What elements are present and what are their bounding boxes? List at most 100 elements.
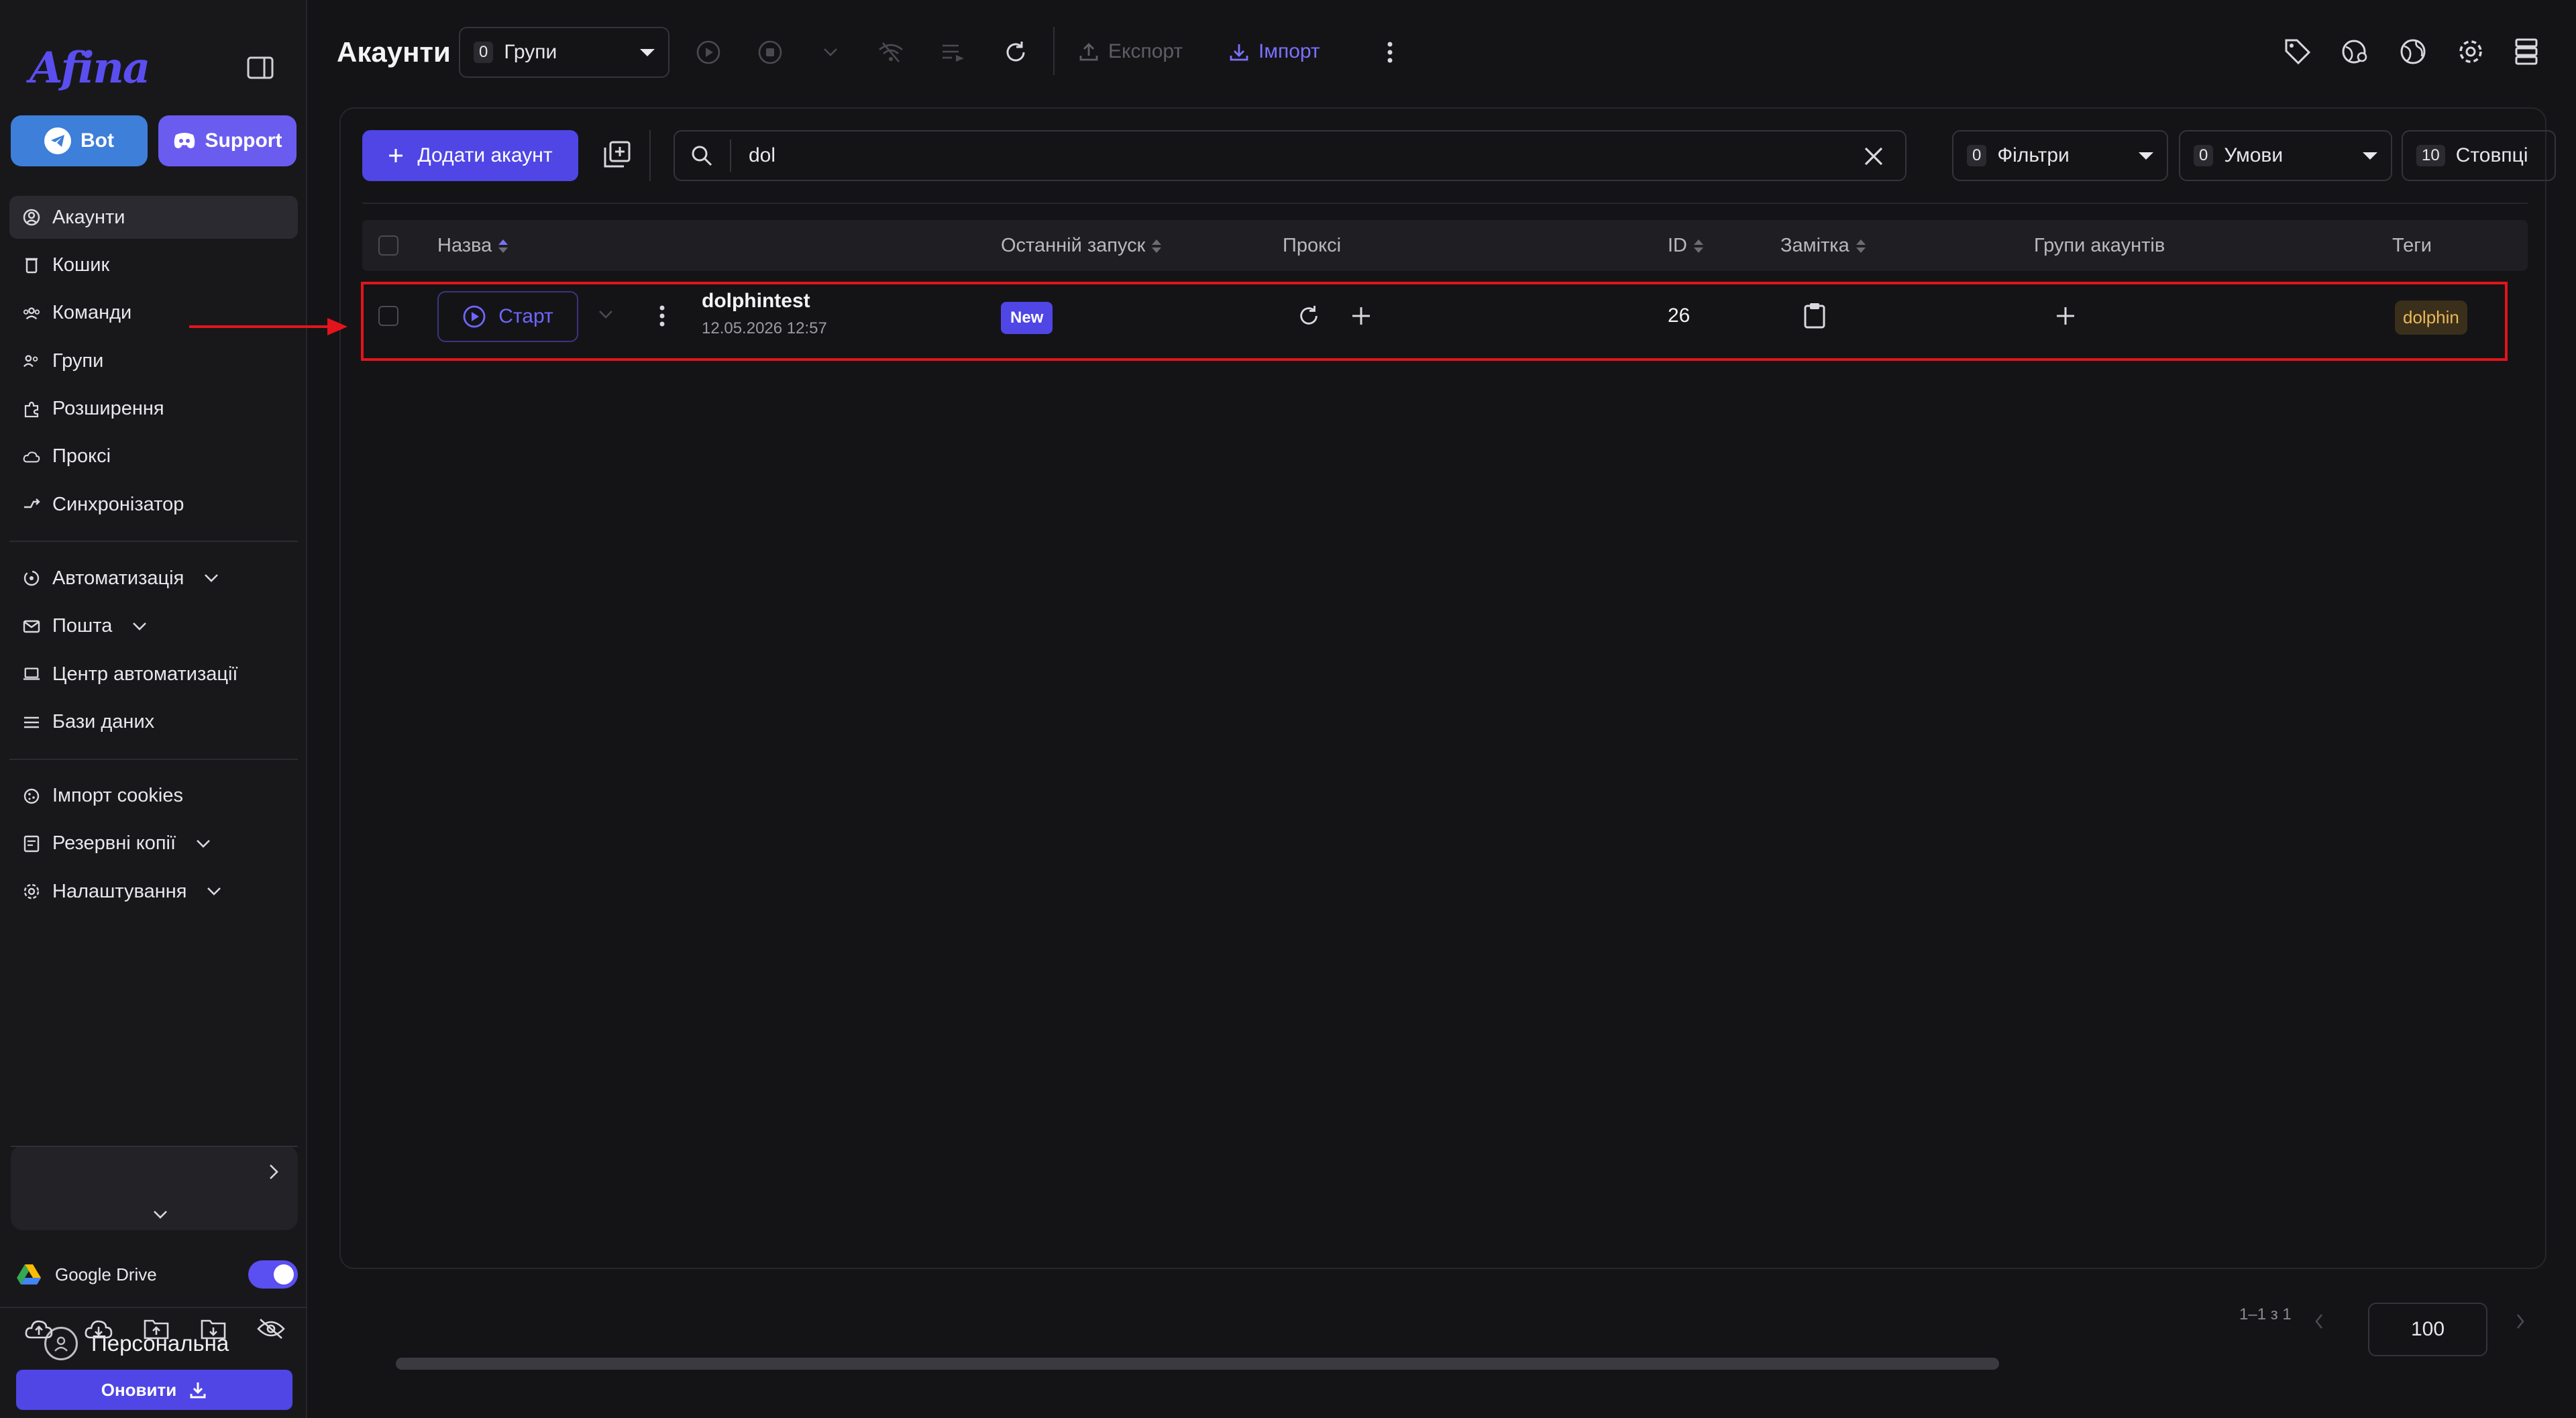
- laptop-icon: [23, 665, 40, 683]
- user-circle-icon: [23, 209, 40, 226]
- sidebar-item-label: Синхронізатор: [52, 493, 184, 515]
- download-icon: [189, 1380, 207, 1399]
- update-button[interactable]: Оновити: [16, 1370, 292, 1410]
- automation-icon: [23, 569, 40, 587]
- sidebar-item-automation-center[interactable]: Центр автоматизації: [9, 653, 298, 696]
- cloud-upload-icon[interactable]: [24, 1317, 54, 1342]
- list-icon: [23, 714, 40, 731]
- toolbar-divider: [649, 130, 651, 181]
- row-highlight-box: [361, 282, 2508, 361]
- globe-settings-icon[interactable]: [2341, 38, 2369, 66]
- conditions-label: Умови: [2224, 144, 2284, 166]
- column-header-name[interactable]: Назва: [437, 235, 508, 257]
- sort-icon: [1152, 239, 1162, 253]
- cookie-icon: [23, 787, 40, 805]
- sidebar-item-label: Пошта: [52, 615, 113, 637]
- chevron-down-icon[interactable]: [816, 38, 845, 67]
- eye-off-icon[interactable]: [256, 1317, 286, 1342]
- conditions-select[interactable]: 0 Умови: [2179, 130, 2392, 181]
- horizontal-scrollbar[interactable]: [396, 1358, 1999, 1370]
- layout-icon[interactable]: [2514, 38, 2538, 66]
- tag-icon[interactable]: [2284, 38, 2312, 66]
- conditions-count-badge: 0: [2194, 145, 2214, 166]
- sidebar-toggle-icon[interactable]: [247, 56, 274, 79]
- column-header-label: Групи акаунтів: [2034, 235, 2165, 256]
- groups-select[interactable]: 0 Групи: [459, 27, 669, 78]
- folder-upload-icon[interactable]: [143, 1317, 170, 1342]
- play-icon[interactable]: [694, 38, 723, 67]
- stop-icon[interactable]: [755, 38, 785, 67]
- download-icon: [1229, 42, 1249, 62]
- chevron-right-icon[interactable]: [2516, 1313, 2525, 1329]
- column-header-label: Останній запуск: [1001, 235, 1146, 256]
- workspace-divider: [11, 1146, 298, 1147]
- globe-icon[interactable]: [2399, 38, 2427, 66]
- toolbar-divider: [1053, 27, 1055, 75]
- column-header-last-run[interactable]: Останній запуск: [1001, 235, 1162, 257]
- column-header-id[interactable]: ID: [1668, 235, 1703, 257]
- sidebar-item-label: Проксі: [52, 445, 111, 468]
- playlist-icon[interactable]: [939, 38, 969, 67]
- sort-icon: [1694, 239, 1703, 253]
- export-button[interactable]: Експорт: [1079, 40, 1183, 63]
- sidebar-actions: [24, 1317, 286, 1342]
- add-account-label: Додати акаунт: [417, 144, 553, 166]
- discord-support-button[interactable]: Support: [158, 115, 297, 166]
- sidebar-item-trash[interactable]: Кошик: [9, 243, 298, 286]
- sidebar-item-extensions[interactable]: Розширення: [9, 388, 298, 431]
- cloud-download-icon[interactable]: [84, 1317, 113, 1342]
- team-icon: [23, 305, 40, 322]
- chevron-down-icon: [132, 622, 147, 631]
- clear-search-icon[interactable]: [1862, 145, 1885, 168]
- column-header-note[interactable]: Замітка: [1780, 235, 1866, 257]
- sidebar-item-proxy[interactable]: Проксі: [9, 435, 298, 478]
- filters-count-badge: 0: [1967, 145, 1987, 166]
- sidebar-nav: Акаунти Кошик Команди Групи Розширення П…: [9, 196, 298, 918]
- search-input[interactable]: dol: [749, 144, 775, 167]
- columns-button[interactable]: 10 Стовпці: [2402, 130, 2556, 181]
- sidebar-item-label: Налаштування: [52, 880, 187, 902]
- more-vertical-icon[interactable]: [1375, 38, 1405, 67]
- bulk-add-icon[interactable]: [604, 141, 631, 168]
- sidebar-item-groups[interactable]: Групи: [9, 339, 298, 382]
- header-actions: [2284, 38, 2538, 66]
- refresh-icon[interactable]: [1001, 38, 1030, 67]
- import-button[interactable]: Імпорт: [1229, 40, 1320, 63]
- sidebar-item-accounts[interactable]: Акаунти: [9, 196, 298, 239]
- columns-label: Стовпці: [2455, 144, 2528, 166]
- google-drive-toggle[interactable]: [248, 1260, 298, 1289]
- chevron-right-icon[interactable]: [268, 1163, 279, 1181]
- table-header: Назва Останній запуск Проксі ID Замітка: [362, 220, 2528, 271]
- telegram-bot-button[interactable]: Bot: [11, 115, 148, 166]
- discord-icon: [173, 132, 196, 150]
- column-header-label: ID: [1668, 235, 1687, 256]
- select-all-checkbox[interactable]: [378, 235, 398, 256]
- settings-icon[interactable]: [2457, 38, 2485, 66]
- caret-down-icon: [640, 48, 655, 56]
- sidebar-item-databases[interactable]: Бази даних: [9, 701, 298, 744]
- caret-down-icon: [2139, 152, 2153, 160]
- sidebar-item-settings[interactable]: Налаштування: [9, 870, 298, 913]
- page-size-select[interactable]: 100: [2368, 1303, 2487, 1356]
- add-account-button[interactable]: Додати акаунт: [362, 130, 578, 181]
- bot-label: Bot: [80, 129, 114, 152]
- chevron-down-icon[interactable]: [153, 1210, 168, 1219]
- column-header-proxy: Проксі: [1283, 235, 1341, 257]
- search-field[interactable]: dol: [674, 130, 1907, 181]
- column-header-label: Замітка: [1780, 235, 1849, 256]
- chevron-left-icon[interactable]: [2314, 1313, 2324, 1329]
- main-area: Акаунти 0 Групи Експорт Імпорт Додати ак…: [309, 0, 2576, 1418]
- sidebar-item-synchronizer[interactable]: Синхронізатор: [9, 483, 298, 526]
- folder-download-icon[interactable]: [200, 1317, 227, 1342]
- columns-count-badge: 10: [2416, 145, 2445, 166]
- wifi-off-icon[interactable]: [876, 38, 906, 67]
- sidebar-item-import-cookies[interactable]: Імпорт cookies: [9, 775, 298, 818]
- sidebar-item-automation[interactable]: Автоматизація: [9, 557, 298, 600]
- groups-select-label: Групи: [504, 41, 557, 63]
- workspace-switcher[interactable]: Персональна: [11, 1146, 298, 1360]
- sidebar-item-backups[interactable]: Резервні копії: [9, 822, 298, 865]
- sidebar-item-mail[interactable]: Пошта: [9, 605, 298, 648]
- filters-select[interactable]: 0 Фільтри: [1952, 130, 2168, 181]
- support-label: Support: [205, 129, 282, 152]
- chevron-down-icon: [207, 887, 221, 896]
